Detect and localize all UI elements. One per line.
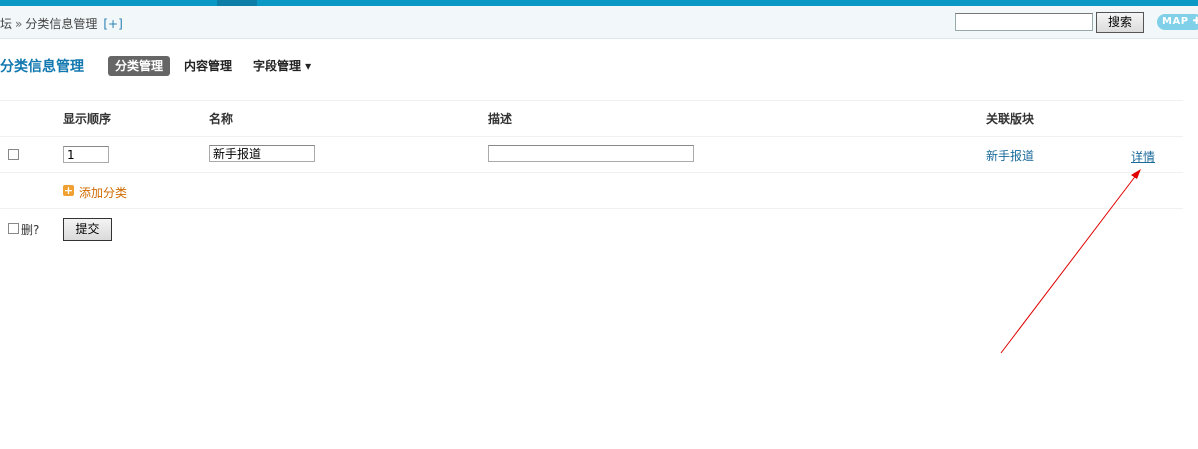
name-input[interactable]: 新手报道 xyxy=(209,145,315,162)
search-input[interactable] xyxy=(955,13,1093,31)
header-bar: 坛» 分类信息管理 [+] 搜索 MAP ✚ xyxy=(0,6,1198,39)
breadcrumb: 坛» 分类信息管理 [+] xyxy=(0,15,123,32)
annotation-arrow-line xyxy=(1000,173,1138,354)
menu-item-fields[interactable]: 字段管理 ▾ xyxy=(253,56,311,76)
table-top-divider xyxy=(0,100,1183,101)
description-input[interactable] xyxy=(488,145,694,162)
forum-link[interactable]: 新手报道 xyxy=(986,147,1034,164)
row-select-checkbox[interactable] xyxy=(8,149,19,160)
header-row-divider xyxy=(0,136,1183,137)
add-plus-icon[interactable]: + xyxy=(63,185,74,196)
footer-divider xyxy=(0,208,1183,209)
delete-label: 删? xyxy=(21,223,40,237)
column-header-description: 描述 xyxy=(488,112,513,126)
annotation-overlay xyxy=(1000,169,1141,354)
submit-button[interactable]: 提交 xyxy=(63,218,112,241)
row-divider xyxy=(0,172,1183,173)
column-header-name: 名称 xyxy=(209,112,234,126)
page-title: 分类信息管理 xyxy=(0,59,84,75)
breadcrumb-current: 分类信息管理 xyxy=(25,17,98,31)
menu-item-category[interactable]: 分类管理 xyxy=(108,56,171,76)
map-button[interactable]: MAP ✚ xyxy=(1157,14,1198,30)
breadcrumb-home[interactable]: 坛 xyxy=(0,17,12,31)
menu-item-content[interactable]: 内容管理 xyxy=(184,56,232,76)
breadcrumb-separator: » xyxy=(15,17,23,31)
order-input[interactable]: 1 xyxy=(63,146,109,163)
detail-link[interactable]: 详情 xyxy=(1131,148,1155,165)
add-category-link[interactable]: 添加分类 xyxy=(79,184,127,201)
search-button[interactable]: 搜索 xyxy=(1096,12,1144,33)
delete-checkbox[interactable] xyxy=(8,223,19,234)
breadcrumb-add-link[interactable]: [+] xyxy=(103,17,122,31)
column-header-order: 显示顺序 xyxy=(63,112,112,126)
column-header-forum: 关联版块 xyxy=(986,112,1035,126)
annotation-arrow-head xyxy=(1131,169,1141,179)
